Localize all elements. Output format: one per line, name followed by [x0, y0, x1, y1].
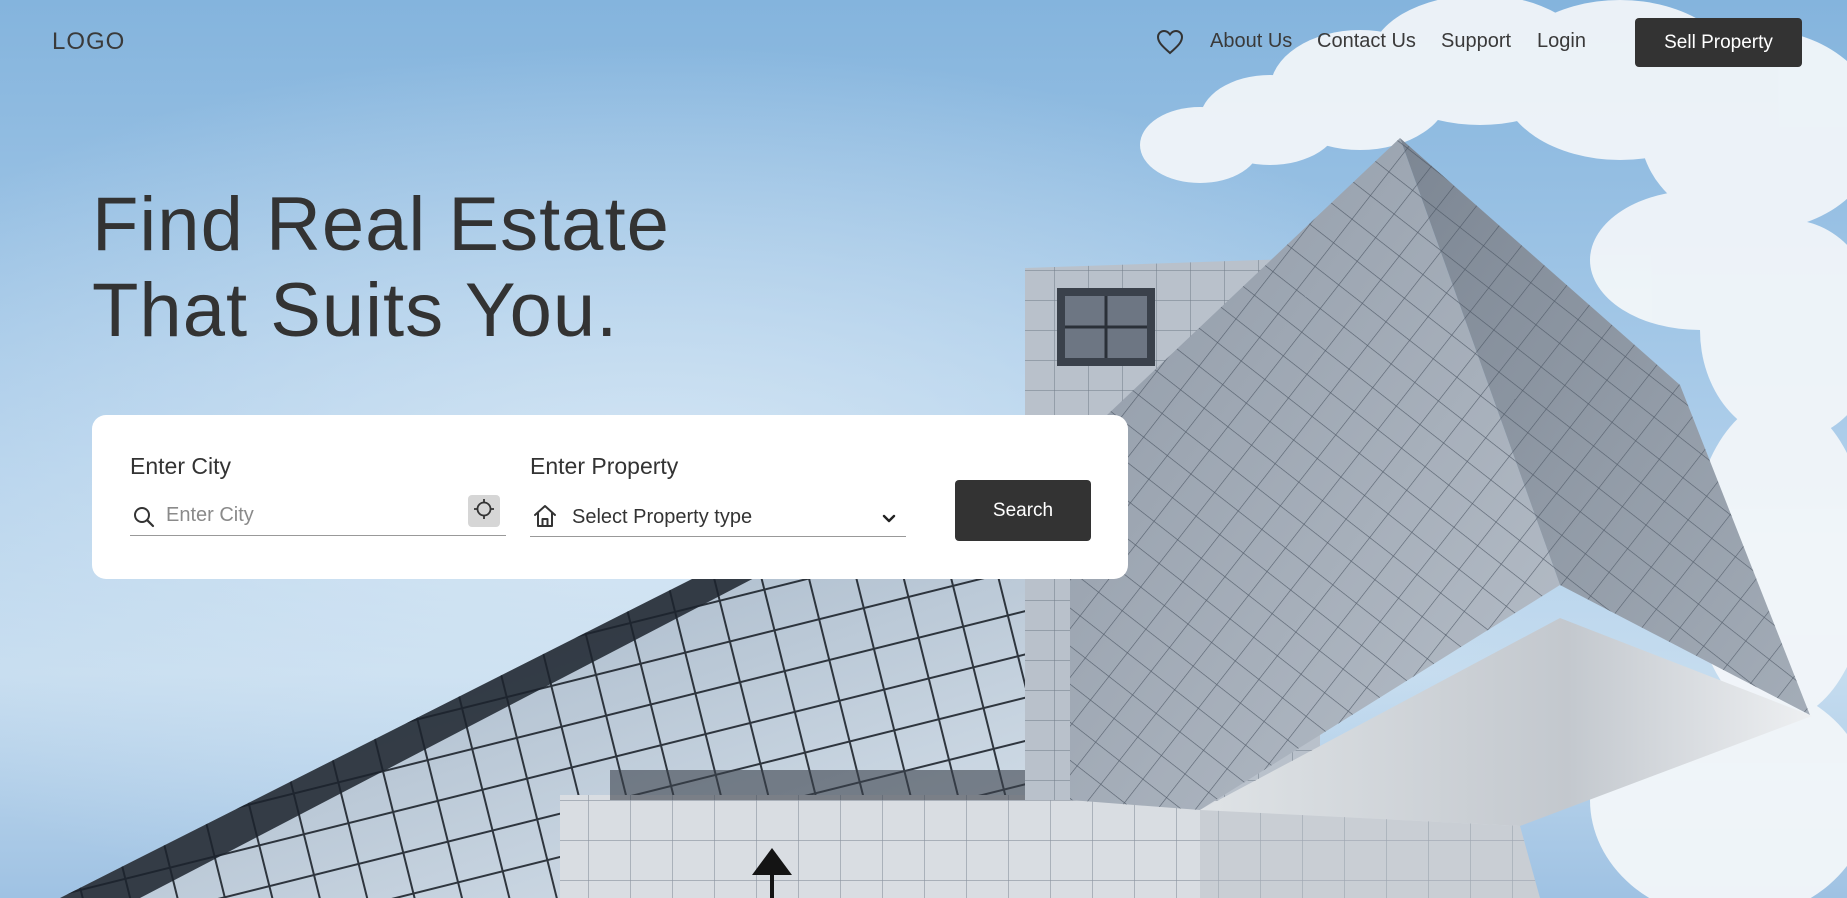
search-button[interactable]: Search — [955, 480, 1091, 541]
nav-link-about-us[interactable]: About Us — [1210, 30, 1292, 53]
city-field-label: Enter City — [130, 453, 231, 479]
city-input[interactable] — [166, 501, 456, 529]
hero-title-line-2: That Suits You. — [92, 268, 619, 353]
heart-icon[interactable] — [1156, 29, 1184, 55]
chevron-down-icon — [882, 511, 896, 523]
property-field-label: Enter Property — [530, 453, 679, 479]
hero-title-line-1: Find Real Estate — [92, 182, 670, 267]
property-type-selected-value: Select Property type — [572, 506, 753, 528]
crosshair-icon — [473, 498, 495, 525]
property-search-card: Enter City Enter Property — [92, 415, 1128, 579]
locate-me-button[interactable] — [468, 495, 500, 527]
hero-title: Find Real Estate That Suits You. — [92, 182, 670, 354]
search-icon — [132, 505, 156, 529]
city-input-group — [130, 495, 506, 536]
logo[interactable]: LOGO — [52, 28, 125, 56]
sell-property-button[interactable]: Sell Property — [1635, 18, 1802, 67]
property-type-select[interactable]: Select Property type — [530, 495, 906, 537]
home-icon — [532, 503, 558, 529]
top-navbar: LOGO About Us Contact Us Support Login S… — [0, 0, 1847, 84]
nav-link-support[interactable]: Support — [1441, 30, 1511, 53]
nav-link-contact-us[interactable]: Contact Us — [1317, 30, 1416, 53]
nav-link-login[interactable]: Login — [1537, 30, 1586, 53]
